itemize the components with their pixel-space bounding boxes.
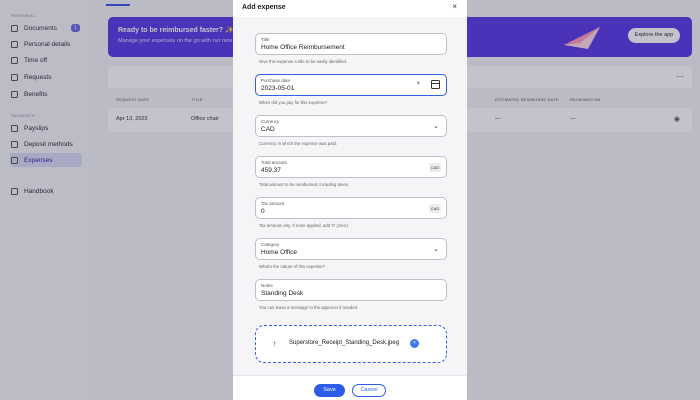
helper-text: When did you pay for this expense? bbox=[259, 100, 328, 105]
helper-text: What's the nature of this expense? bbox=[259, 264, 326, 269]
field-value: Home Office Reimbursement bbox=[261, 44, 345, 51]
cancel-button[interactable]: Cancel bbox=[352, 384, 386, 397]
currency-suffix: CAD bbox=[429, 204, 441, 213]
chevron-down-icon[interactable]: ⌄ bbox=[433, 122, 439, 130]
helper-text: Tax amount only. If none applied, add '0… bbox=[259, 223, 349, 228]
dialog-body[interactable]: Title Home Office Reimbursement Give thi… bbox=[233, 17, 467, 375]
remove-file-icon[interactable]: × bbox=[410, 339, 419, 348]
field-label: Purchase date bbox=[261, 78, 291, 83]
receipt-upload-dropzone[interactable]: ↑ Superstore_Receipt_Standing_Desk.jpeg … bbox=[255, 325, 447, 363]
field-value: 2023-05-01 bbox=[261, 85, 295, 92]
helper-text: Total amount to be reimbursed, including… bbox=[259, 182, 350, 187]
clear-icon[interactable]: × bbox=[416, 81, 420, 87]
notes-field[interactable]: Notes Standing Desk bbox=[255, 279, 447, 301]
chevron-down-icon[interactable]: ⌄ bbox=[433, 245, 439, 253]
title-field[interactable]: Title Home Office Reimbursement bbox=[255, 33, 447, 55]
dialog-footer: Save Cancel bbox=[233, 375, 467, 400]
purchase-date-field[interactable]: Purchase date 2023-05-01 × bbox=[255, 74, 447, 96]
close-icon[interactable]: × bbox=[452, 3, 457, 11]
helper-text: Currency in which the expense was paid. bbox=[259, 141, 338, 146]
field-label: Notes bbox=[261, 283, 273, 288]
category-select[interactable]: Category Home Office ⌄ bbox=[255, 238, 447, 260]
currency-suffix: CAD bbox=[429, 163, 441, 172]
tax-amount-field[interactable]: Tax amount 0 CAD bbox=[255, 197, 447, 219]
field-value: 0 bbox=[261, 208, 265, 215]
field-label: Title bbox=[261, 37, 270, 42]
attached-file-name: Superstore_Receipt_Standing_Desk.jpeg bbox=[289, 340, 400, 346]
save-button[interactable]: Save bbox=[314, 384, 345, 397]
dialog-title: Add expense bbox=[242, 4, 286, 11]
field-value: Standing Desk bbox=[261, 290, 304, 297]
field-value: CAD bbox=[261, 126, 275, 133]
calendar-icon[interactable] bbox=[431, 80, 440, 89]
dialog-header: Add expense × bbox=[233, 0, 467, 17]
field-value: 459.37 bbox=[261, 167, 281, 174]
field-label: Currency bbox=[261, 119, 280, 124]
currency-select[interactable]: Currency CAD ⌄ bbox=[255, 115, 447, 137]
total-amount-field[interactable]: Total amount 459.37 CAD bbox=[255, 156, 447, 178]
field-label: Category bbox=[261, 242, 280, 247]
helper-text: You can leave a message to the approver … bbox=[259, 305, 359, 310]
field-value: Home Office bbox=[261, 249, 298, 256]
field-label: Tax amount bbox=[261, 201, 285, 206]
field-label: Total amount bbox=[261, 160, 287, 165]
upload-icon: ↑ bbox=[272, 339, 277, 348]
helper-text: Give this expense a title to be easily i… bbox=[259, 59, 348, 64]
add-expense-dialog: Add expense × Title Home Office Reimburs… bbox=[233, 0, 467, 400]
